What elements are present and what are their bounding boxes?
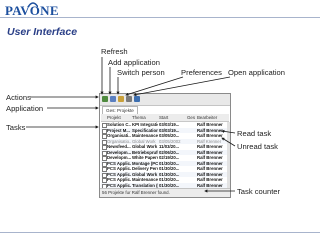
footer-rule — [0, 232, 320, 233]
column-header[interactable]: Bearbeiter — [197, 114, 229, 121]
scrollbar[interactable] — [227, 122, 230, 188]
slide-title: User Interface — [7, 26, 78, 38]
logo-mark-icon — [28, 2, 38, 7]
open-application-icon[interactable] — [134, 96, 140, 102]
label-add-application: Add application — [108, 58, 160, 67]
label-tasks: Tasks — [6, 123, 26, 132]
column-header[interactable]: Start — [159, 114, 183, 121]
column-header[interactable]: Ges — [187, 114, 196, 121]
column-header[interactable]: Thema — [132, 114, 158, 121]
task-counter: 56 Projekte fur Ralf Brenner found. — [100, 188, 230, 197]
label-preferences: Preferences — [181, 68, 222, 77]
refresh-icon[interactable] — [102, 96, 108, 102]
tab-application[interactable]: Ges: Projekte — [102, 106, 138, 114]
label-switch-person: Switch person — [117, 68, 165, 77]
preferences-icon[interactable] — [126, 96, 132, 102]
actions-toolbar — [100, 94, 230, 106]
label-read-task: Read task — [237, 129, 272, 138]
switch-person-icon[interactable] — [118, 96, 124, 102]
label-application: Application — [6, 104, 44, 113]
label-actions: Actions — [6, 93, 31, 102]
label-refresh: Refresh — [101, 47, 128, 56]
application-window: Ges: Projekte Projekt Thema Start Ges Be… — [99, 93, 231, 198]
header-rule — [0, 17, 320, 18]
task-table-header: Projekt Thema Start Ges Bearbeiter — [101, 114, 229, 122]
add-application-icon[interactable] — [110, 96, 116, 102]
label-task-counter: Task counter — [237, 187, 281, 196]
column-header[interactable]: Projekt — [107, 114, 131, 121]
task-list: Solution C...KPI Integration C...03/03/1… — [101, 122, 229, 197]
label-unread-task: Unread task — [237, 142, 278, 151]
label-open-application: Open application — [228, 68, 285, 77]
